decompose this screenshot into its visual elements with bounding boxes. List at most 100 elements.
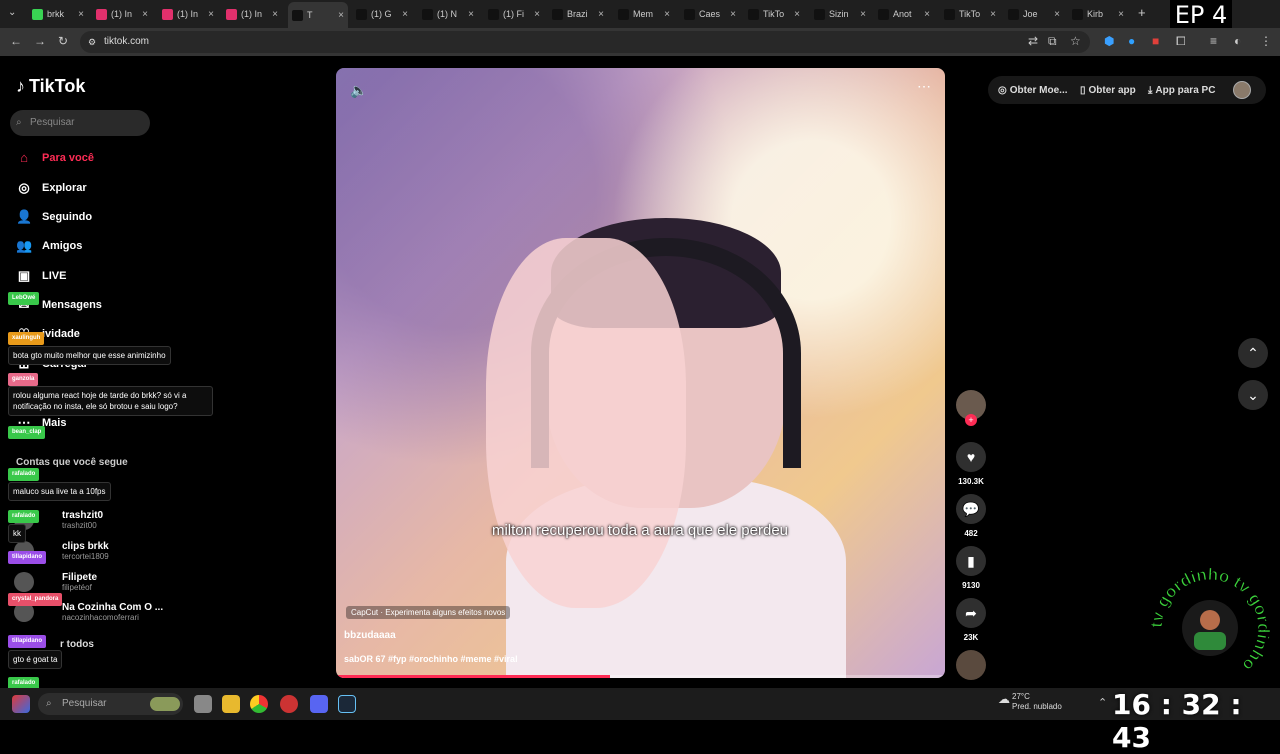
tab-close-icon[interactable]: × <box>860 9 866 20</box>
extension-icon-3[interactable]: ■ <box>1152 34 1159 48</box>
nav-item[interactable]: ◎ Explorar <box>16 180 86 196</box>
extension-icon[interactable]: ⬢ <box>1104 34 1114 48</box>
comment-button[interactable]: 💬 482 <box>956 494 986 538</box>
tab-close-icon[interactable]: × <box>1118 9 1124 20</box>
previous-video-button[interactable]: ⌃ <box>1238 338 1268 368</box>
task-view-icon[interactable] <box>194 695 212 713</box>
video-player[interactable]: 🔈 ⋯ milton recuperou toda a aura que ele… <box>336 68 945 678</box>
user-avatar[interactable] <box>1233 81 1251 99</box>
tab-close-icon[interactable]: × <box>142 9 148 20</box>
tab-close-icon[interactable]: × <box>272 9 278 20</box>
video-author[interactable]: bbzudaaaa <box>344 630 396 641</box>
tab-close-icon[interactable]: × <box>1054 9 1060 20</box>
tab-label: TikTo <box>763 9 785 19</box>
tab-search-icon[interactable]: ⌄ <box>8 7 16 18</box>
steam-icon[interactable] <box>338 695 356 713</box>
account-handle: trashzit00 <box>62 521 97 530</box>
browser-tab[interactable]: (1) G × <box>352 4 412 24</box>
nav-item-label: Seguindo <box>42 211 93 223</box>
chrome-icon[interactable] <box>250 695 268 713</box>
tab-close-icon[interactable]: × <box>730 9 736 20</box>
browser-tab[interactable]: (1) Fi × <box>484 4 544 24</box>
volume-icon[interactable]: 🔈 <box>350 82 367 99</box>
tab-close-icon[interactable]: × <box>78 9 84 20</box>
more-options-icon[interactable]: ⋯ <box>917 78 931 95</box>
reload-icon[interactable]: ↻ <box>58 34 68 48</box>
share-button[interactable]: ➦ 23K <box>956 598 986 642</box>
nav-item[interactable]: 👥 Amigos <box>16 238 82 254</box>
tab-favicon-icon <box>488 8 499 20</box>
profile-avatar-icon[interactable]: ◐ <box>1234 34 1241 48</box>
tab-close-icon[interactable]: × <box>794 9 800 20</box>
forward-icon[interactable]: → <box>34 34 46 48</box>
new-tab-button[interactable]: + <box>1138 5 1146 20</box>
tiktok-logo[interactable]: ♪ TikTok <box>16 76 85 97</box>
tab-close-icon[interactable]: × <box>990 9 996 20</box>
browser-tab[interactable]: (1) In × <box>92 4 152 24</box>
puzzle-icon[interactable]: ⧠ <box>1176 34 1186 49</box>
video-progress-bar[interactable] <box>336 675 945 678</box>
browser-tab[interactable]: Kirb × <box>1068 4 1128 24</box>
nav-item[interactable]: ▣ LIVE <box>16 268 67 284</box>
music-disc[interactable] <box>956 650 986 680</box>
tab-close-icon[interactable]: × <box>402 9 408 20</box>
weather-widget[interactable]: ☁ 27°C Pred. nublado <box>998 692 1062 712</box>
browser-tab[interactable]: (1) In × <box>222 4 282 24</box>
browser-tab[interactable]: (1) N × <box>418 4 478 24</box>
nav-item[interactable]: ⌂ Para você <box>16 150 94 165</box>
save-button[interactable]: ▮ 9130 <box>956 546 986 590</box>
chat-username: tillapidano <box>8 551 46 564</box>
next-video-button[interactable]: ⌄ <box>1238 380 1268 410</box>
get-app-button[interactable]: ▯ Obter app <box>1080 80 1136 100</box>
pc-app-button[interactable]: ⤓ App para PC <box>1148 80 1215 100</box>
account-name: Filipete <box>62 572 98 583</box>
see-all-link[interactable]: r todos <box>60 639 94 650</box>
bookmark-star-icon[interactable]: ☆ <box>1070 34 1081 48</box>
browser-tab[interactable]: Caes × <box>680 4 740 24</box>
tab-close-icon[interactable]: × <box>924 9 930 20</box>
taskbar-search-input[interactable]: ⌕ Pesquisar <box>38 693 183 715</box>
tab-close-icon[interactable]: × <box>468 9 474 20</box>
media-icon[interactable]: ≡ <box>1210 34 1217 48</box>
browser-tab[interactable]: (1) In × <box>158 4 218 24</box>
tab-close-icon[interactable]: × <box>664 9 670 20</box>
tab-close-icon[interactable]: × <box>598 9 604 20</box>
browser-tab[interactable]: Anot × <box>874 4 934 24</box>
account-handle: tercortei1809 <box>62 552 109 561</box>
nav-item[interactable]: 👤 Seguindo <box>16 209 92 225</box>
get-coins-button[interactable]: ◎ Obter Moe... <box>998 80 1068 100</box>
browser-tab[interactable]: Sizin × <box>810 4 870 24</box>
search-input[interactable]: ⌕ Pesquisar <box>10 110 150 136</box>
start-icon[interactable] <box>12 695 30 713</box>
browser-tab[interactable]: brkk × <box>28 4 88 24</box>
browser-tab[interactable]: TikTo × <box>744 4 804 24</box>
follow-plus-icon[interactable]: + <box>965 414 977 426</box>
url-field[interactable]: ⚙ tiktok.com <box>80 31 1090 53</box>
nav-item-label: ividade <box>42 328 80 340</box>
tab-close-icon[interactable]: × <box>534 9 540 20</box>
extension-icon-2[interactable]: ● <box>1128 34 1135 48</box>
tab-close-icon[interactable]: × <box>338 10 344 21</box>
browser-tab[interactable]: Brazi × <box>548 4 608 24</box>
menu-icon[interactable]: ⋮ <box>1260 34 1272 48</box>
app-icon-red[interactable] <box>280 695 298 713</box>
episode-label: EP 4 <box>1170 0 1232 30</box>
browser-tab[interactable]: T × <box>288 2 348 28</box>
install-icon[interactable]: ⧉ <box>1048 34 1057 49</box>
back-icon[interactable]: ← <box>10 34 22 48</box>
tab-favicon-icon <box>32 8 43 20</box>
author-avatar[interactable]: + <box>956 390 986 426</box>
browser-tab[interactable]: Joe × <box>1004 4 1064 24</box>
browser-tab[interactable]: TikTo × <box>940 4 1000 24</box>
discord-icon[interactable] <box>310 695 328 713</box>
pc-app-label: App para PC <box>1155 84 1216 96</box>
translate-icon[interactable]: ⇄ <box>1028 34 1038 48</box>
file-explorer-icon[interactable] <box>222 695 240 713</box>
site-info-icon[interactable]: ⚙ <box>88 31 96 53</box>
capcut-tag[interactable]: CapCut · Experimenta alguns efeitos novo… <box>346 606 511 619</box>
browser-tab[interactable]: Mem × <box>614 4 674 24</box>
tray-chevron-icon[interactable]: ⌃ <box>1098 696 1107 709</box>
followed-account[interactable]: Filipete filipetéof <box>14 572 97 592</box>
like-button[interactable]: ♥ 130.3K <box>956 442 986 486</box>
tab-close-icon[interactable]: × <box>208 9 214 20</box>
